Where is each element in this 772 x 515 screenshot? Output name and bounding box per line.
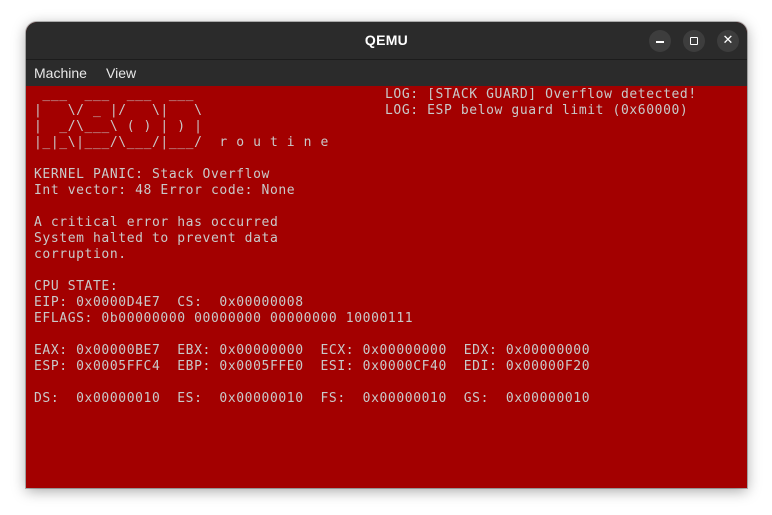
log-line: LOG: [STACK GUARD] Overflow detected! <box>385 87 697 102</box>
minimize-icon <box>656 41 664 43</box>
maximize-button[interactable] <box>683 30 705 52</box>
title-bar[interactable]: QEMU ✕ <box>26 22 747 60</box>
menu-machine[interactable]: Machine <box>30 60 91 86</box>
minimize-button[interactable] <box>649 30 671 52</box>
error-message-line: corruption. <box>34 247 127 262</box>
cpu-registers-row: ESP: 0x0005FFC4 EBP: 0x0005FFE0 ESI: 0x0… <box>34 359 591 374</box>
cpu-eflags: EFLAGS: 0b00000000 00000000 00000000 100… <box>34 311 414 326</box>
cpu-registers-row: EAX: 0x00000BE7 EBX: 0x00000000 ECX: 0x0… <box>34 343 591 358</box>
vm-display[interactable]: ___ ___ ___ ___ | \/ _ |/ \| \ | _/\___\ (… <box>26 86 747 488</box>
panic-title: KERNEL PANIC: Stack Overflow <box>34 167 270 182</box>
panic-vector: Int vector: 48 Error code: None <box>34 183 296 198</box>
window-title: QEMU <box>364 32 409 48</box>
menu-view[interactable]: View <box>102 60 140 86</box>
log-line: LOG: ESP below guard limit (0x60000) <box>385 103 689 118</box>
error-message-line: A critical error has occurred <box>34 215 279 230</box>
close-button[interactable]: ✕ <box>717 30 739 52</box>
ascii-art-line: | _/\___\ ( ) | ) | <box>34 119 203 134</box>
cpu-eip-cs: EIP: 0x0000D4E7 CS: 0x00000008 <box>34 295 304 310</box>
cpu-state-header: CPU STATE: <box>34 279 119 294</box>
console-log-text: LOG: [STACK GUARD] Overflow detected! LOG… <box>385 87 697 119</box>
close-icon: ✕ <box>722 33 734 48</box>
qemu-window: QEMU ✕ Machine View ___ ___ ___ ___ | \/ … <box>26 22 747 488</box>
cpu-segment-row: DS: 0x00000010 ES: 0x00000010 FS: 0x0000… <box>34 391 591 406</box>
maximize-icon <box>690 37 698 45</box>
console-main-text: ___ ___ ___ ___ | \/ _ |/ \| \ | _/\___\ (… <box>34 87 590 407</box>
ascii-art-line: |_|_\|___/\___/|___/ r o u t i n e <box>34 135 329 150</box>
error-message-line: System halted to prevent data <box>34 231 279 246</box>
menu-bar: Machine View <box>26 60 747 86</box>
